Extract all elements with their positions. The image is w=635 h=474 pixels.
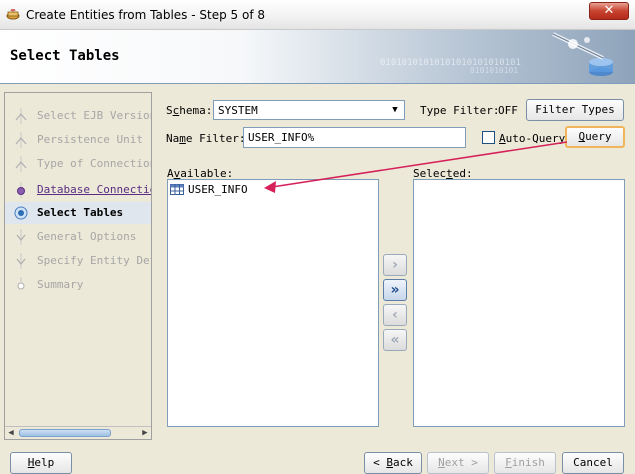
step-pending-icon [17,277,25,290]
type-filter-value: OFF [498,104,518,117]
step-summary: Summary [5,274,151,296]
remove-selected-button[interactable]: ‹ [383,304,407,326]
move-all-button[interactable]: » [383,279,407,301]
step-label: Summary [37,278,84,291]
name-filter-input[interactable]: USER_INFO% [243,127,466,148]
auto-query-checkbox[interactable] [482,131,495,144]
scroll-right-icon[interactable]: ▶ [139,427,151,439]
step-database-connection[interactable]: Database Connection [5,179,151,201]
query-button[interactable]: Query [565,126,625,148]
step-pending-icon [15,132,27,148]
scrollbar-thumb[interactable] [19,429,111,437]
step-pending-icon [15,156,27,172]
step-current-icon [14,206,28,220]
step-label: Select Tables [37,206,124,219]
finish-button[interactable]: Finish [494,452,556,474]
page-title: Select Tables [10,48,120,64]
step-general-options: General Options [5,226,151,248]
next-button[interactable]: Next > [427,452,489,474]
step-specify-entity-details: Specify Entity Deta [5,250,151,272]
step-pending-icon [16,229,26,245]
cancel-button[interactable]: Cancel [562,452,624,474]
schema-label: Schema: [166,104,213,117]
step-label: Type of Connection [37,157,152,170]
chevron-down-icon[interactable]: ▼ [386,101,404,119]
schema-dropdown[interactable]: SYSTEM ▼ [213,100,405,120]
window-title-bar: Create Entities from Tables - Step 5 of … [0,0,635,30]
available-tables-list[interactable]: USER_INFO [167,179,379,427]
auto-query-label: Auto-Query [499,132,566,145]
coffee-cup-icon [6,9,20,20]
type-filter-label: Type Filter: [420,104,500,117]
step-persistence-unit: Persistence Unit [5,129,151,151]
header-binary-decoration-2: 0101010101 [470,66,519,75]
selected-tables-list[interactable] [413,179,625,427]
steps-horizontal-scrollbar[interactable]: ◀ ▶ [5,426,151,439]
step-label: Persistence Unit [37,133,143,146]
table-icon [170,184,184,195]
step-visited-icon [17,182,25,198]
wizard-steps-panel: Select EJB Version Persistence Unit Type… [4,92,152,440]
step-label: General Options [37,230,137,243]
filter-types-button[interactable]: Filter Types [526,99,624,121]
step-label: Select EJB Version [37,109,152,122]
step-select-tables: Select Tables [5,202,151,224]
step-type-of-connection: Type of Connection [5,153,151,175]
step-select-ejb-version: Select EJB Version [5,105,151,127]
step-pending-icon [16,253,26,269]
name-filter-label: Name Filter: [166,132,246,145]
back-button[interactable]: < Back [364,452,422,474]
move-selected-button[interactable]: › [383,254,407,276]
scroll-left-icon[interactable]: ◀ [5,427,17,439]
window-title: Create Entities from Tables - Step 5 of … [26,8,265,22]
remove-all-button[interactable]: « [383,329,407,351]
step-pending-icon [15,108,27,124]
step-label[interactable]: Database Connection [37,183,151,196]
wizard-header: Select Tables 01010101010101010101010101… [0,30,635,84]
schema-value: SYSTEM [218,104,258,117]
select-tables-panel: Schema: SYSTEM ▼ Type Filter: OFF Filter… [160,92,632,440]
step-label: Specify Entity Deta [37,254,152,267]
window-close-button[interactable]: ✕ [589,2,629,20]
help-button[interactable]: Help [10,452,72,474]
wizard-wand-icon [552,32,613,76]
available-table-name: USER_INFO [188,183,248,196]
